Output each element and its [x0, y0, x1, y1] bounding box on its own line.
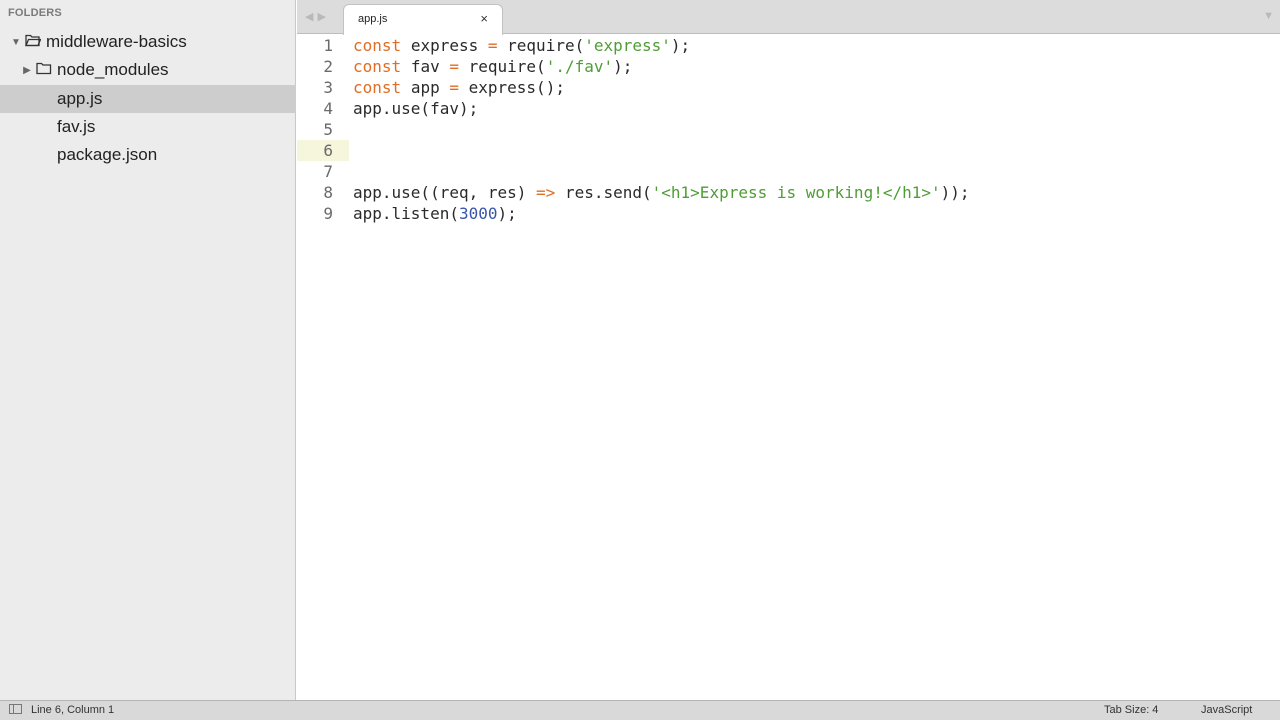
code-token: const: [353, 57, 402, 76]
code-token: fav: [410, 57, 450, 76]
tab-scroll-arrows-icon[interactable]: ◀▶: [305, 10, 330, 23]
line-number: 5: [323, 120, 333, 139]
tree-item-node-modules[interactable]: ▶ node_modules: [0, 56, 296, 84]
code-line[interactable]: 8 app.use((req, res) => res.send('<h1>Exp…: [297, 182, 1280, 203]
code-token: express: [410, 36, 488, 55]
code-token: =: [487, 36, 498, 55]
tree-item-label: fav.js: [57, 117, 96, 136]
sidebar: FOLDERS ▼ middleware-basics ▶ node_modul…: [0, 0, 296, 700]
code-token: res.send(: [564, 183, 652, 202]
tree-item-middleware-basics[interactable]: ▼ middleware-basics: [0, 28, 296, 56]
code-token: express();: [468, 78, 565, 97]
code-token: );: [670, 36, 691, 55]
expanded-triangle-icon[interactable]: ▼: [10, 37, 22, 48]
code-text: app.use((req, res) => res.send('<h1>Expr…: [353, 182, 970, 203]
close-icon[interactable]: ×: [480, 11, 488, 26]
code-token: =: [449, 78, 459, 97]
code-token: 'express': [584, 36, 671, 55]
tree-item-label: middleware-basics: [46, 32, 187, 51]
code-line[interactable]: 5: [297, 119, 1280, 140]
cursor-position: Line 6, Column 1: [31, 704, 115, 716]
code-token: const: [353, 36, 402, 55]
status-bar: Line 6, Column 1 Tab Size: 4 JavaScript: [0, 700, 1280, 720]
folder-open-icon: [25, 32, 42, 52]
code-token: '<h1>Express is working!</h1>': [651, 183, 941, 202]
code-token: app: [410, 78, 450, 97]
code-token: ));: [940, 183, 970, 202]
panel-toggle-icon[interactable]: [9, 704, 22, 714]
code-text: app.use(fav);: [353, 98, 478, 119]
line-number: 4: [323, 99, 333, 118]
line-number: 8: [323, 183, 333, 202]
tab-bar: ◀▶ app.js × ▼: [297, 0, 1280, 35]
tree-item-fav-js[interactable]: fav.js: [0, 113, 296, 141]
line-number: 3: [323, 78, 333, 97]
line-number: 9: [323, 204, 333, 223]
code-editor[interactable]: 1 const express = require('express'); 2 con…: [297, 35, 1280, 700]
tab-overflow-arrow-icon[interactable]: ▼: [1263, 10, 1274, 22]
tab-app-js[interactable]: app.js ×: [343, 4, 503, 35]
code-text: app.listen(3000);: [353, 203, 517, 224]
code-text: const express = require('express');: [353, 35, 690, 56]
code-token: require(: [468, 57, 546, 76]
tree-item-label: node_modules: [57, 60, 169, 79]
line-number: 6: [323, 141, 333, 160]
syntax-selector[interactable]: JavaScript: [1201, 704, 1252, 716]
sidebar-header: FOLDERS: [8, 7, 62, 19]
tree-item-label: app.js: [57, 89, 103, 108]
code-token: require(: [507, 36, 585, 55]
line-number: 1: [323, 36, 333, 55]
tree-item-package-json[interactable]: package.json: [0, 141, 296, 169]
code-token: =>: [536, 183, 556, 202]
code-line[interactable]: 3 const app = express();: [297, 77, 1280, 98]
code-text: const fav = require('./fav');: [353, 56, 632, 77]
tab-size-selector[interactable]: Tab Size: 4: [1104, 704, 1158, 716]
code-token: app.use(fav);: [353, 99, 479, 118]
code-line[interactable]: 1 const express = require('express');: [297, 35, 1280, 56]
tree-item-app-js[interactable]: app.js: [0, 85, 296, 113]
tab-title: app.js: [358, 13, 388, 25]
code-token: =: [449, 57, 459, 76]
code-line[interactable]: 7: [297, 161, 1280, 182]
code-token: './fav': [545, 57, 614, 76]
collapsed-triangle-icon[interactable]: ▶: [21, 65, 33, 76]
tree-item-label: package.json: [57, 145, 158, 164]
code-line[interactable]: 6: [297, 140, 1280, 161]
line-number: 7: [323, 162, 333, 181]
code-token: const: [353, 78, 402, 97]
code-token: app.use((req, res): [353, 183, 537, 202]
folder-icon: [36, 60, 52, 80]
code-text: const app = express();: [353, 77, 565, 98]
code-line[interactable]: 4 app.use(fav);: [297, 98, 1280, 119]
code-token: );: [497, 204, 517, 223]
line-number: 2: [323, 57, 333, 76]
code-line[interactable]: 2 const fav = require('./fav');: [297, 56, 1280, 77]
code-token: 3000: [458, 204, 498, 223]
code-token: app.listen(: [353, 204, 459, 223]
code-token: );: [613, 57, 633, 76]
code-line[interactable]: 9 app.listen(3000);: [297, 203, 1280, 224]
